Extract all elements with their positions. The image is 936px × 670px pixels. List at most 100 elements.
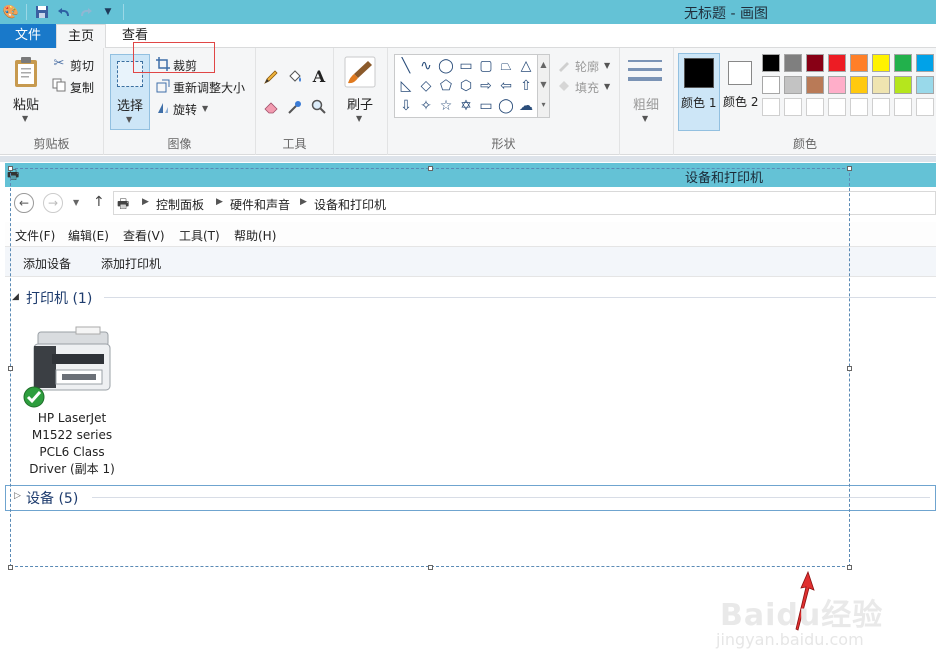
copy-button[interactable]: 复制 [70, 79, 94, 96]
shapes-scroll-up-icon[interactable]: ▲ [538, 55, 549, 75]
palette-swatch[interactable] [806, 54, 824, 72]
customize-qat-icon[interactable]: ▼ [99, 3, 117, 21]
shapes-scrollbar[interactable]: ▲ ▼ ▾ [538, 54, 550, 118]
resize-handle-middle-left[interactable] [8, 366, 13, 371]
oval-shape-icon[interactable]: ◯ [437, 57, 455, 75]
hexagon-shape-icon[interactable]: ⬡ [457, 77, 475, 95]
color2-button[interactable]: 颜色 2 [722, 53, 764, 131]
polygon-shape-icon[interactable]: ⏢ [497, 57, 515, 75]
resize-handle-top-center[interactable] [428, 166, 433, 171]
tab-file[interactable]: 文件 [0, 24, 56, 48]
rectangle-shape-icon[interactable]: ▭ [457, 57, 475, 75]
palette-swatch[interactable] [872, 76, 890, 94]
pentagon-shape-icon[interactable]: ⬠ [437, 77, 455, 95]
shapes-scroll-down-icon[interactable]: ▼ [538, 75, 549, 95]
shapes-group: ╲ ∿ ◯ ▭ ▢ ⏢ △ ◺ ◇ ⬠ ⬡ ⇨ ⇦ ⇧ ⇩ ✧ ☆ ✡ ▭ ◯ … [388, 48, 620, 155]
palette-swatch[interactable] [828, 54, 846, 72]
resize-button[interactable]: 重新调整大小 [173, 79, 245, 96]
palette-swatch[interactable] [806, 98, 824, 116]
rect-callout-shape-icon[interactable]: ▭ [477, 97, 495, 115]
right-arrow-shape-icon[interactable]: ⇨ [477, 77, 495, 95]
fill-dropdown-icon[interactable]: ▼ [604, 82, 610, 91]
color1-button[interactable]: 颜色 1 [678, 53, 720, 131]
resize-handle-top-left[interactable] [8, 166, 13, 171]
palette-swatch[interactable] [762, 76, 780, 94]
down-arrow-shape-icon[interactable]: ⇩ [397, 97, 415, 115]
palette-swatch[interactable] [916, 98, 934, 116]
paint-app-icon[interactable]: 🎨 [2, 3, 20, 21]
color1-label: 颜色 1 [681, 96, 717, 110]
save-icon[interactable] [33, 3, 51, 21]
select-label: 选择 [117, 99, 144, 114]
triangle-shape-icon[interactable]: △ [517, 57, 535, 75]
fill-button[interactable]: 填充 [575, 79, 599, 96]
paste-label: 粘贴 [13, 98, 40, 113]
palette-swatch[interactable] [828, 98, 846, 116]
oval-callout-shape-icon[interactable]: ◯ [497, 97, 515, 115]
undo-icon[interactable] [55, 3, 73, 21]
paste-button[interactable]: 粘贴 ▼ [6, 54, 46, 130]
size-dropdown-icon[interactable]: ▼ [642, 114, 648, 123]
tools-group-label: 工具 [282, 137, 307, 151]
palette-swatch[interactable] [872, 54, 890, 72]
magnifier-icon[interactable] [310, 98, 328, 116]
paste-dropdown-icon[interactable]: ▼ [22, 114, 28, 123]
up-arrow-shape-icon[interactable]: ⇧ [517, 77, 535, 95]
brush-button[interactable]: 刷子 ▼ [340, 54, 380, 130]
rotate-dropdown-icon[interactable]: ▼ [202, 104, 208, 113]
brush-dropdown-icon[interactable]: ▼ [356, 114, 362, 123]
fill-bucket-icon[interactable] [286, 68, 304, 86]
palette-swatch[interactable] [916, 76, 934, 94]
palette-swatch[interactable] [894, 54, 912, 72]
palette-swatch[interactable] [784, 54, 802, 72]
palette-swatch[interactable] [872, 98, 890, 116]
scissors-icon: ✂ [53, 55, 65, 71]
resize-handle-middle-right[interactable] [847, 366, 852, 371]
palette-swatch[interactable] [916, 54, 934, 72]
diamond-shape-icon[interactable]: ◇ [417, 77, 435, 95]
palette-swatch[interactable] [850, 98, 868, 116]
outline-icon [556, 58, 572, 72]
palette-swatch[interactable] [806, 76, 824, 94]
text-tool-icon[interactable]: A [310, 66, 328, 86]
rounded-rectangle-shape-icon[interactable]: ▢ [477, 57, 495, 75]
color-picker-icon[interactable] [286, 98, 304, 116]
outline-button[interactable]: 轮廓 [575, 58, 599, 75]
cloud-callout-shape-icon[interactable]: ☁ [517, 97, 535, 115]
cut-button[interactable]: 剪切 [70, 57, 94, 74]
resize-handle-bottom-left[interactable] [8, 565, 13, 570]
eraser-icon[interactable] [262, 98, 280, 116]
palette-swatch[interactable] [828, 76, 846, 94]
palette-swatch[interactable] [762, 54, 780, 72]
right-triangle-shape-icon[interactable]: ◺ [397, 77, 415, 95]
left-arrow-shape-icon[interactable]: ⇦ [497, 77, 515, 95]
select-dropdown-icon[interactable]: ▼ [126, 115, 132, 124]
resize-handle-bottom-center[interactable] [428, 565, 433, 570]
outline-dropdown-icon[interactable]: ▼ [604, 61, 610, 70]
six-point-star-shape-icon[interactable]: ✡ [457, 97, 475, 115]
palette-swatch[interactable] [850, 76, 868, 94]
palette-swatch[interactable] [850, 54, 868, 72]
four-point-star-shape-icon[interactable]: ✧ [417, 97, 435, 115]
palette-swatch[interactable] [784, 98, 802, 116]
five-point-star-shape-icon[interactable]: ☆ [437, 97, 455, 115]
pencil-icon[interactable] [262, 68, 280, 86]
crop-highlight-annotation [133, 42, 215, 73]
palette-swatch[interactable] [894, 76, 912, 94]
clipboard-icon [12, 56, 40, 88]
rotate-button[interactable]: 旋转 [173, 101, 197, 118]
palette-swatch[interactable] [784, 76, 802, 94]
redo-icon [77, 3, 95, 21]
size-button[interactable]: 粗细 ▼ [626, 54, 666, 130]
resize-handle-top-right[interactable] [847, 166, 852, 171]
fill-icon [556, 79, 572, 93]
selection-rectangle[interactable] [10, 168, 850, 567]
watermark-brand: Baidu经验 [720, 598, 884, 633]
tab-home[interactable]: 主页 [56, 24, 106, 49]
palette-swatch[interactable] [762, 98, 780, 116]
curve-shape-icon[interactable]: ∿ [417, 57, 435, 75]
shapes-expand-icon[interactable]: ▾ [538, 95, 549, 115]
line-shape-icon[interactable]: ╲ [397, 57, 415, 75]
palette-swatch[interactable] [894, 98, 912, 116]
resize-handle-bottom-right[interactable] [847, 565, 852, 570]
